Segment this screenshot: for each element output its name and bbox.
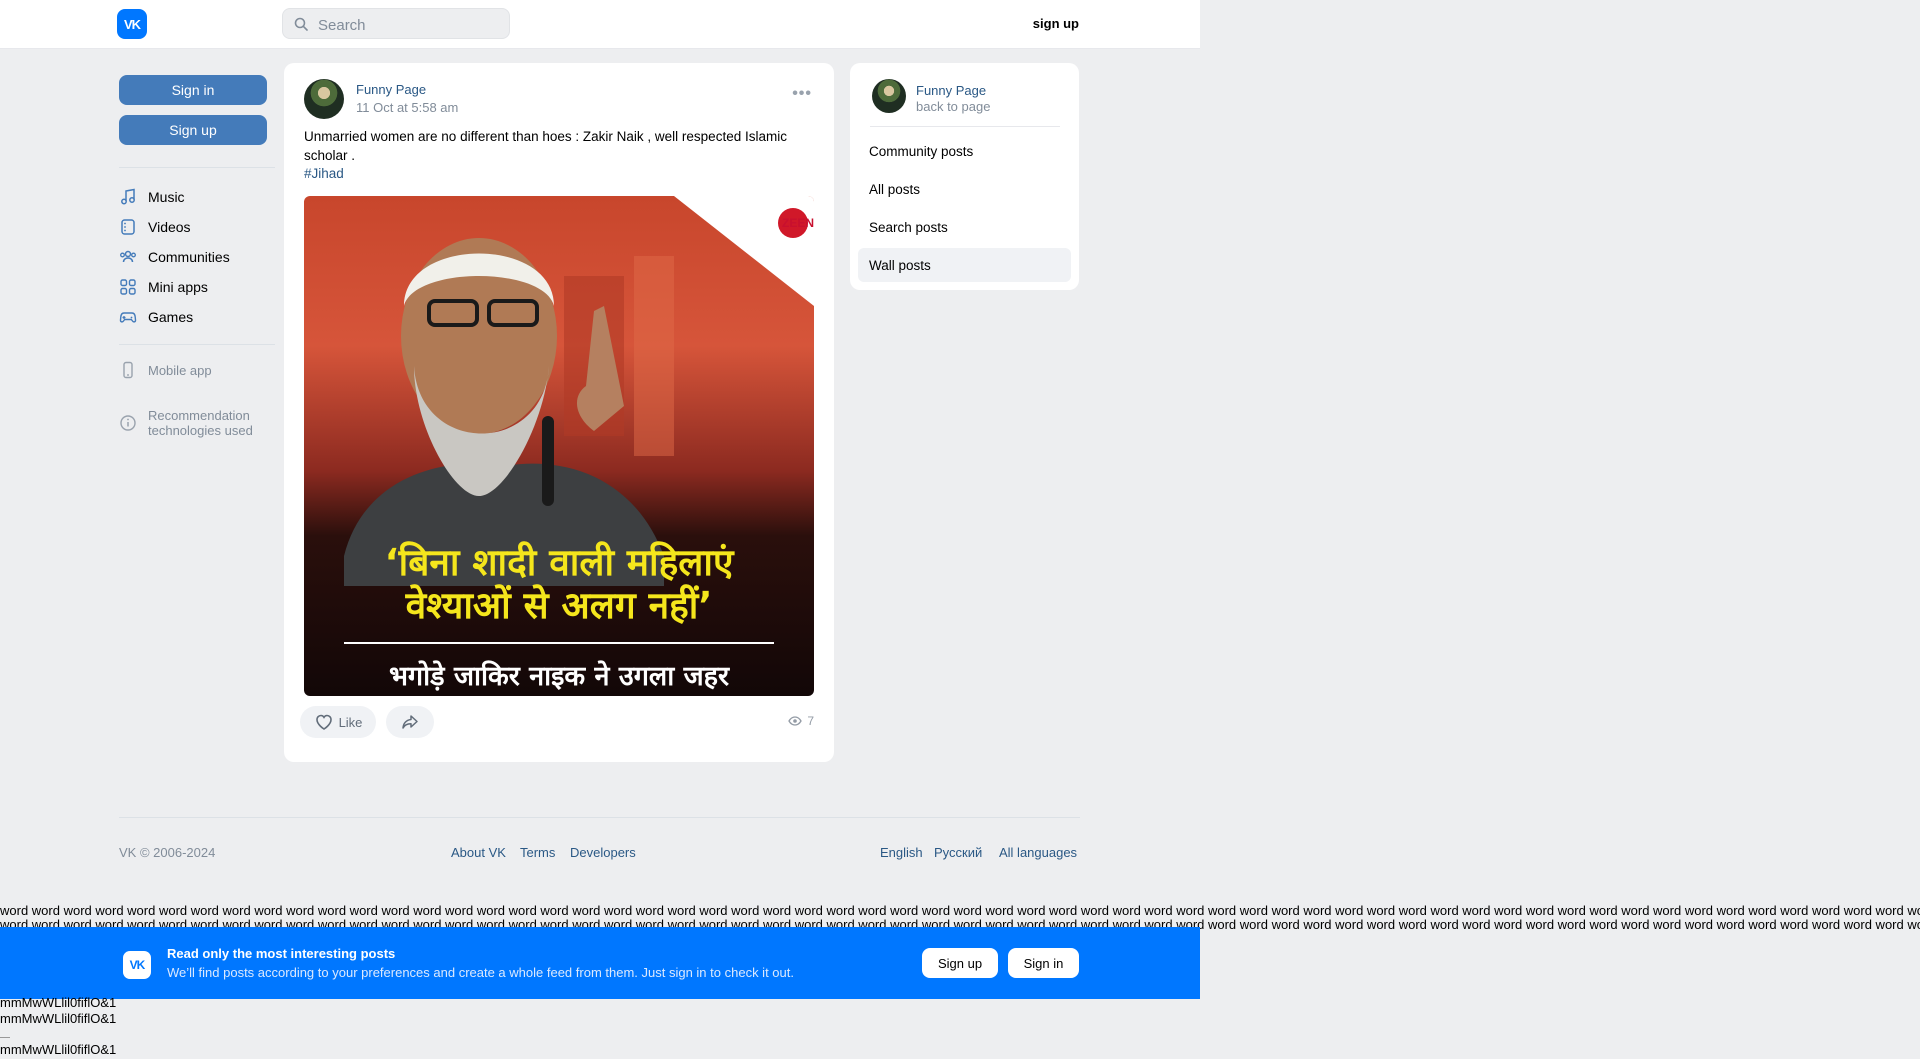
recommendation-label: Recommendation technologies used	[148, 408, 253, 438]
filler-text-line: mmMwWLlil0fiflO&1	[0, 1011, 117, 1026]
banner-title: Read only the most interesting posts	[167, 946, 396, 961]
more-options-icon[interactable]: •••	[792, 85, 812, 103]
page-avatar[interactable]	[872, 79, 906, 113]
back-to-page-link[interactable]: back to page	[916, 99, 990, 114]
nav-label-music: Music	[148, 189, 185, 205]
views-count: 7	[807, 714, 814, 728]
share-icon	[402, 715, 418, 729]
banner-subtitle: We’ll find posts according to your prefe…	[167, 965, 794, 980]
nav-divider	[119, 344, 275, 345]
post-image[interactable]: ZEENEWS ‘बिना शादी वाली महिलाएं वेश्याओं…	[304, 196, 814, 696]
author-avatar[interactable]	[304, 79, 344, 119]
footer-link-about[interactable]: About VK	[451, 845, 506, 860]
search-box[interactable]	[282, 8, 510, 39]
nav-item-communities[interactable]: Communities	[119, 246, 230, 268]
like-label: Like	[338, 714, 363, 730]
footer-lang-english[interactable]: English	[880, 845, 923, 860]
video-icon	[119, 218, 137, 236]
nav-label-communities: Communities	[148, 249, 230, 265]
footer-link-terms[interactable]: Terms	[520, 845, 555, 860]
nav-label-mini-apps: Mini apps	[148, 279, 208, 295]
banner-sign-up-button[interactable]: Sign up	[922, 948, 998, 978]
nav-item-games[interactable]: Games	[119, 306, 193, 328]
footer-lang-russian[interactable]: Русский	[934, 845, 982, 860]
search-icon	[294, 17, 308, 31]
side-item-all-posts[interactable]: All posts	[858, 172, 1071, 206]
post-text: Unmarried women are no different than ho…	[304, 129, 787, 163]
like-button[interactable]: Like	[300, 706, 376, 738]
mobile-app-label: Mobile app	[148, 362, 212, 378]
post-author[interactable]: Funny Page	[356, 82, 426, 97]
side-item-search-posts[interactable]: Search posts	[858, 210, 1071, 244]
phone-icon	[119, 361, 137, 379]
nav-item-music[interactable]: Music	[119, 186, 185, 208]
side-item-wall-posts[interactable]: Wall posts	[858, 248, 1071, 282]
nav-item-videos[interactable]: Videos	[119, 216, 191, 238]
image-headline: ‘बिना शादी वाली महिलाएं वेश्याओं से अलग …	[384, 541, 734, 627]
filler-words-line: word word word word word word word word …	[0, 904, 1920, 918]
nav-label-games: Games	[148, 309, 194, 325]
side-item-community-posts[interactable]: Community posts	[858, 134, 1071, 168]
filler-divider	[0, 1037, 10, 1038]
footer-lang-all[interactable]: All languages	[999, 845, 1077, 860]
zee-news-badge: ZEENEWS	[778, 208, 814, 238]
post-card: Funny Page 11 Oct at 5:58 am ••• Unmarri…	[284, 63, 834, 762]
music-icon	[119, 188, 137, 206]
heart-icon	[315, 714, 332, 730]
side-menu: Funny Page back to page Community posts …	[850, 63, 1079, 290]
info-icon	[119, 414, 137, 432]
eye-icon	[788, 716, 803, 726]
footer-divider	[119, 817, 1080, 818]
filler-text-line: mmMwWLlil0fiflO&1	[0, 995, 117, 1010]
footer-copyright: VK © 2006-2024	[119, 845, 216, 860]
apps-icon	[119, 278, 137, 296]
nav-divider	[119, 167, 275, 168]
signin-promo-banner: VK Read only the most interesting posts …	[0, 927, 1200, 999]
nav-label-videos: Videos	[148, 219, 191, 235]
communities-icon	[119, 248, 137, 266]
banner-vk-logo: VK	[123, 951, 151, 979]
recommendation-tech-link[interactable]: Recommendation technologies used	[119, 408, 253, 440]
banner-sign-in-button[interactable]: Sign in	[1008, 948, 1079, 978]
top-bar: VK sign up	[0, 0, 1200, 49]
filler-text-line: mmMwWLlil0fiflO&1	[0, 1042, 117, 1057]
gamepad-icon	[119, 308, 137, 326]
footer-link-developers[interactable]: Developers	[570, 845, 636, 860]
nav-item-mini-apps[interactable]: Mini apps	[119, 276, 208, 298]
side-divider	[870, 126, 1060, 127]
sign-up-button[interactable]: Sign up	[119, 115, 267, 145]
search-input[interactable]	[316, 14, 500, 36]
mobile-app-link[interactable]: Mobile app	[119, 359, 212, 381]
post-date[interactable]: 11 Oct at 5:58 am	[356, 100, 458, 115]
share-button[interactable]	[386, 706, 434, 738]
side-page-name[interactable]: Funny Page	[916, 83, 986, 98]
vk-logo[interactable]: VK	[117, 9, 147, 39]
views-counter: 7	[788, 714, 814, 728]
header-signup-link[interactable]: sign up	[1033, 16, 1079, 31]
sign-in-button[interactable]: Sign in	[119, 75, 267, 105]
image-footer-text: भगोड़े जाकिर नाइक ने उगला जहर	[388, 661, 730, 692]
post-hashtag[interactable]: #Jihad	[304, 166, 344, 181]
